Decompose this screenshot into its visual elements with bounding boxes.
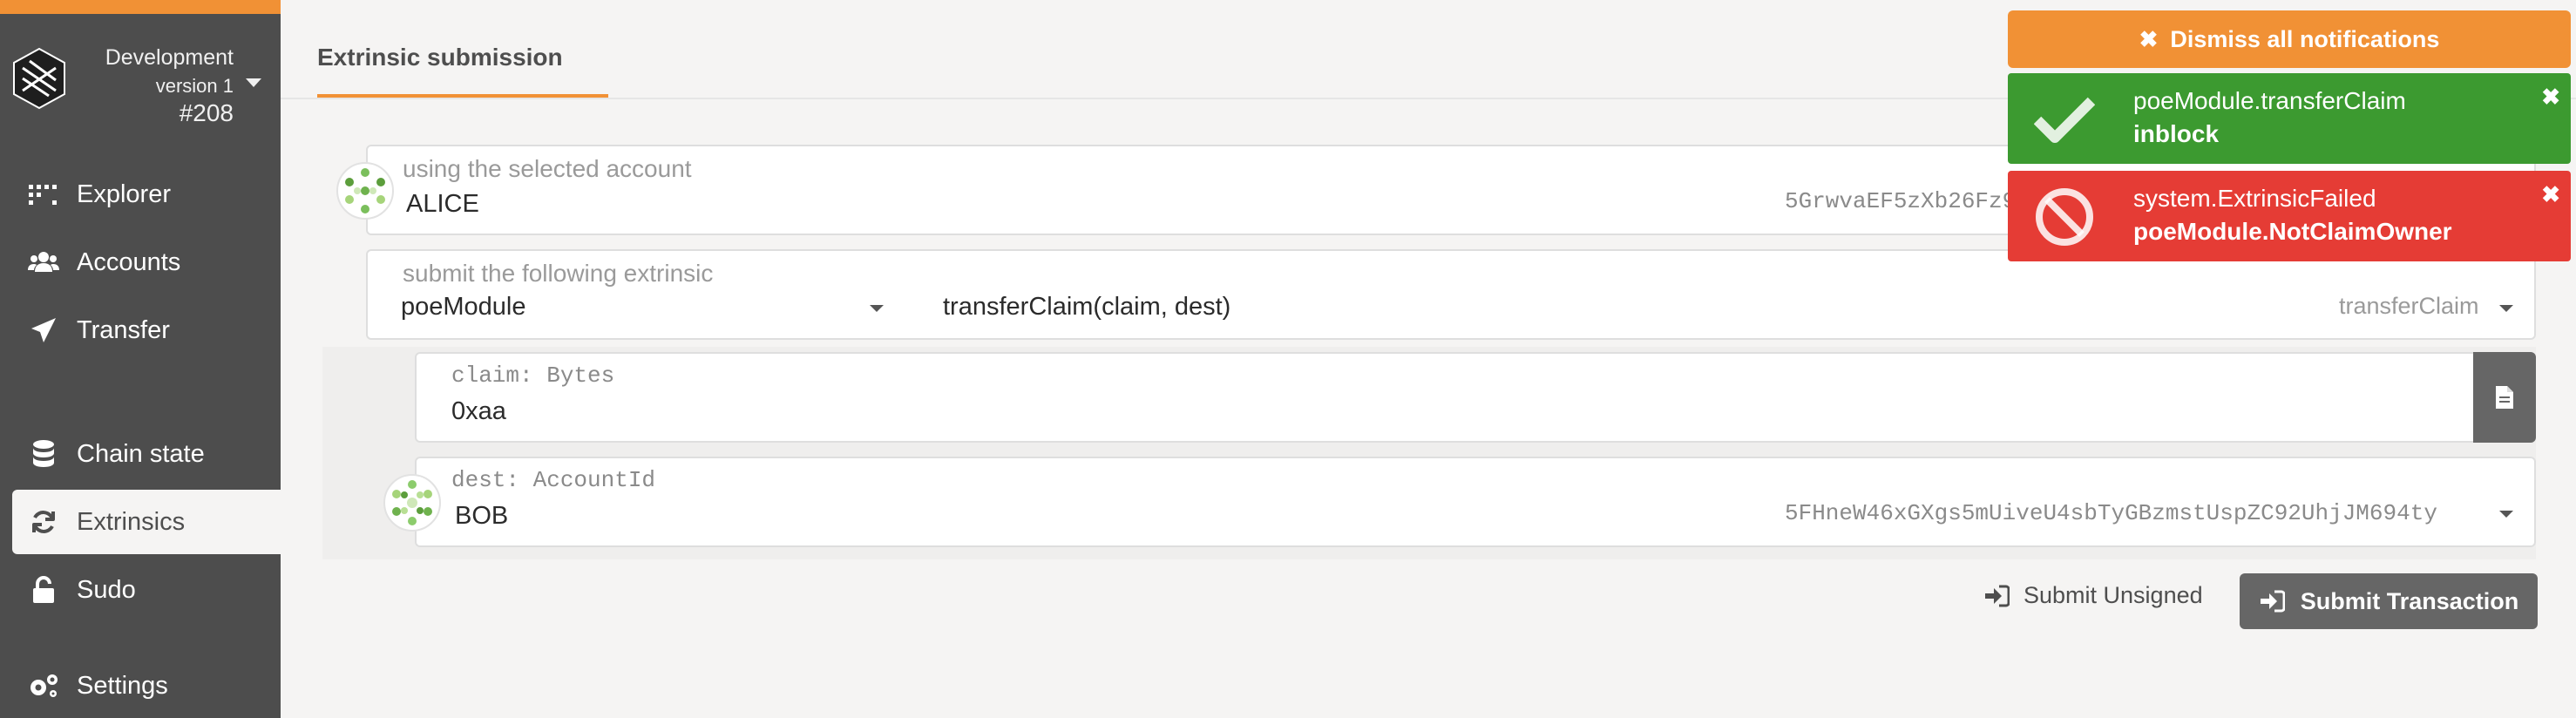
sign-in-icon [2260,590,2285,613]
checkmark-icon [2034,89,2095,150]
dest-param[interactable]: dest: AccountId BOB 5FHneW46xGXgs5mUiveU… [415,457,2536,547]
notification-error: system.ExtrinsicFailed poeModule.NotClai… [2008,171,2571,261]
call-method-name: transferClaim [2339,293,2479,319]
submit-unsigned-label: Submit Unsigned [2024,582,2203,608]
alice-identicon-icon [336,162,394,220]
dismiss-all-label: Dismiss all notifications [2170,25,2440,52]
sidebar-item-label: Sudo [77,575,136,604]
sidebar-item-chain-state[interactable]: Chain state [12,422,281,486]
submit-transaction-button[interactable]: Submit Transaction [2240,573,2538,629]
chain-block-number: #208 [179,99,234,126]
dest-account-name: BOB [455,502,509,530]
users-icon [28,247,59,278]
extrinsic-label: submit the following extrinsic [403,260,714,287]
chevron-down-icon[interactable] [870,305,884,312]
sidebar-item-label: Explorer [77,180,171,208]
sidebar-item-label: Settings [77,671,168,700]
notification-status: inblock [2133,120,2220,147]
submit-unsigned-button[interactable]: Submit Unsigned [1983,582,2203,609]
claim-input[interactable]: 0xaa [451,397,506,426]
module-select[interactable]: poeModule [401,293,526,322]
sidebar-item-sudo[interactable]: Sudo [12,558,281,622]
claim-label: claim: Bytes [451,362,615,389]
chevron-down-icon[interactable] [2499,511,2513,518]
sidebar-item-label: Accounts [77,247,181,276]
ban-icon [2034,186,2095,247]
database-icon [28,438,59,470]
sign-in-icon [1985,585,2010,606]
sidebar-item-explorer[interactable]: Explorer [12,162,281,227]
dismiss-all-notifications-button[interactable]: ✖ Dismiss all notifications [2008,10,2571,68]
close-icon: ✖ [2139,25,2159,52]
send-icon [28,315,59,346]
sync-icon [28,506,59,538]
file-icon [2496,386,2513,409]
cogs-icon [28,670,59,701]
explorer-icon [28,179,59,210]
chevron-down-icon[interactable] [246,78,261,87]
notification-title: system.ExtrinsicFailed [2133,185,2376,212]
dest-label: dest: AccountId [451,467,656,493]
unlock-icon [28,574,59,606]
substrate-logo-icon[interactable] [10,42,68,115]
sidebar: Development version 1 #208 Explorer Acco… [0,0,281,718]
tab-extrinsic-submission[interactable]: Extrinsic submission [317,44,563,71]
account-label: using the selected account [403,155,692,182]
extrinsic-selector: submit the following extrinsic [366,249,2536,340]
bob-identicon-icon [383,474,441,532]
call-select[interactable]: transferClaim(claim, dest) [943,293,1230,322]
sidebar-item-settings[interactable]: Settings [12,654,281,718]
chain-name[interactable]: Development [105,45,234,71]
sidebar-item-label: Transfer [77,315,170,344]
active-tab-indicator [317,94,608,98]
notification-success: poeModule.transferClaim inblock ✖ [2008,73,2571,164]
sidebar-item-label: Extrinsics [77,507,186,536]
chevron-down-icon[interactable] [2499,305,2513,312]
claim-param[interactable]: claim: Bytes 0xaa [415,352,2475,443]
dest-address: 5FHneW46xGXgs5mUiveU4sbTyGBzmstUspZC92Uh… [1785,500,2437,526]
close-icon[interactable]: ✖ [2541,181,2560,208]
account-name: ALICE [406,190,479,218]
notification-status: poeModule.NotClaimOwner [2133,218,2452,245]
sidebar-item-transfer[interactable]: Transfer [12,298,281,362]
submit-transaction-label: Submit Transaction [2300,587,2519,614]
notification-title: poeModule.transferClaim [2133,87,2406,114]
close-icon[interactable]: ✖ [2541,84,2560,111]
sidebar-item-extrinsics[interactable]: Extrinsics [12,490,281,554]
chain-version[interactable]: version 1 [156,75,234,98]
sidebar-item-label: Chain state [77,439,205,468]
file-upload-button[interactable] [2473,352,2536,443]
sidebar-item-accounts[interactable]: Accounts [12,230,281,295]
